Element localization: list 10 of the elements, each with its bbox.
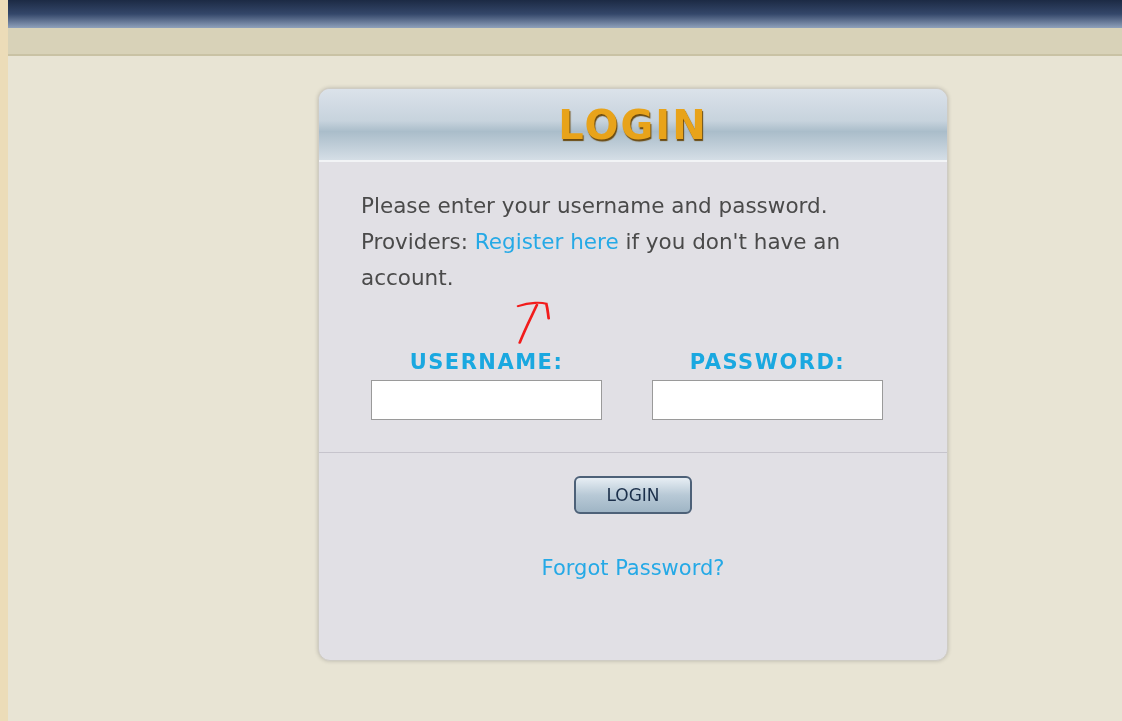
login-button[interactable]: LOGIN — [574, 476, 692, 514]
password-field[interactable] — [652, 380, 883, 420]
field-label: PASSWORD: — [689, 350, 846, 374]
intro-text: Please enter your username and password. Providers: Register here if you don't have an account. — [361, 192, 842, 292]
arrow-drawing — [515, 300, 551, 344]
forgot-password-link[interactable]: Forgot Password? — [541, 556, 725, 580]
register-link[interactable]: Register here — [474, 229, 619, 254]
field-label: USERNAME: — [409, 350, 564, 374]
panel-title: LOGIN — [558, 101, 708, 148]
username-field[interactable] — [371, 380, 602, 420]
